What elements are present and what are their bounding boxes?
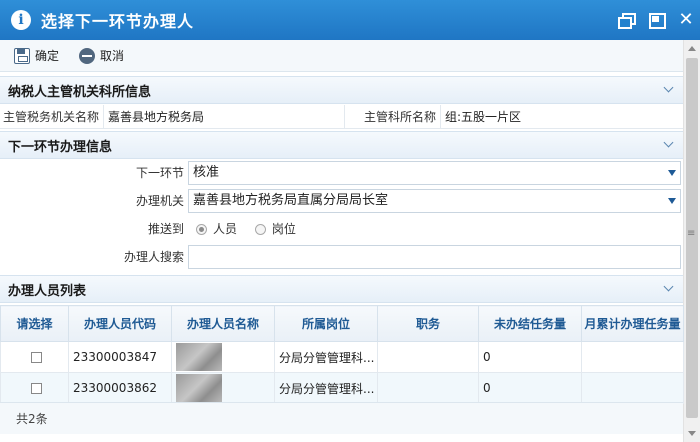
cancel-button[interactable]: 取消 [73, 44, 130, 68]
section-staff-list-title: 办理人员列表 [8, 283, 87, 299]
push-option-post[interactable]: 岗位 [254, 217, 296, 241]
push-row: 推送到 人员 岗位 [0, 217, 683, 241]
chevron-down-icon[interactable] [663, 283, 675, 293]
section-next-step-header: 下一环节办理信息 [0, 131, 683, 159]
row-duty [377, 341, 479, 373]
redacted-name-image [176, 374, 222, 402]
radio-unchecked-icon[interactable] [254, 223, 266, 235]
search-label: 办理人搜索 [0, 245, 188, 269]
radio-checked-icon[interactable] [196, 223, 207, 235]
confirm-button[interactable]: 确定 [8, 44, 65, 68]
redacted-name-image [176, 343, 222, 371]
maximize-icon[interactable] [648, 12, 666, 29]
dropdown-arrow-icon[interactable] [668, 170, 676, 176]
row-select-cell [0, 372, 69, 404]
row-name [171, 372, 275, 404]
row-code: 23300003862 [68, 372, 172, 404]
row-monthly [581, 372, 684, 404]
row-checkbox[interactable] [31, 351, 42, 363]
office-value: 嘉善县地方税务局直属分局局长室 [193, 193, 389, 208]
next-step-value: 核准 [193, 165, 220, 180]
table-row[interactable]: 23300003862 分局分管管理科... 0 [0, 372, 684, 404]
col-header-code[interactable]: 办理人员代码 [68, 305, 172, 342]
row-duty [377, 372, 479, 404]
col-header-pending[interactable]: 未办结任务量 [478, 305, 582, 342]
confirm-button-label: 确定 [35, 49, 60, 63]
section-staff-list-header: 办理人员列表 [0, 275, 683, 303]
row-post: 分局分管管理科... [274, 372, 378, 404]
vertical-scrollbar[interactable] [683, 40, 700, 442]
staff-table: 请选择 办理人员代码 办理人员名称 所属岗位 职务 未办结任务量 月累计办理任务… [0, 305, 684, 404]
row-pending: 0 [478, 341, 582, 373]
row-checkbox[interactable] [31, 382, 42, 394]
row-pending: 0 [478, 372, 582, 404]
dept-value: 组:五股一片区 [440, 105, 683, 128]
push-option-person-label: 人员 [213, 222, 238, 236]
table-footer: 共2条 [0, 402, 683, 434]
col-header-name[interactable]: 办理人员名称 [171, 305, 275, 342]
section-next-step-title: 下一环节办理信息 [8, 139, 113, 155]
authority-value: 嘉善县地方税务局 [103, 105, 344, 128]
col-header-duty[interactable]: 职务 [377, 305, 479, 342]
push-option-person[interactable]: 人员 [196, 217, 237, 241]
row-select-cell [0, 341, 69, 373]
save-icon [14, 47, 30, 64]
toolbar: 确定 取消 [0, 40, 683, 72]
row-monthly [581, 341, 684, 373]
authority-row: 主管税务机关名称 嘉善县地方税务局 主管科所名称 组:五股一片区 [0, 105, 683, 129]
dept-label: 主管科所名称 [344, 105, 440, 128]
next-step-select[interactable]: 核准 [188, 161, 681, 185]
chevron-down-icon[interactable] [663, 84, 675, 94]
col-header-select[interactable]: 请选择 [0, 305, 69, 342]
cancel-button-label: 取消 [100, 49, 125, 63]
restore-icon[interactable] [618, 12, 636, 29]
search-input[interactable] [188, 245, 681, 269]
row-post: 分局分管管理科... [274, 341, 378, 373]
authority-label: 主管税务机关名称 [0, 105, 103, 128]
office-label: 办理机关 [0, 189, 188, 213]
push-option-post-label: 岗位 [271, 222, 296, 236]
section-authority-title: 纳税人主管机关科所信息 [8, 84, 152, 100]
push-label: 推送到 [0, 217, 188, 241]
close-icon[interactable]: ✕ [678, 11, 694, 29]
scroll-thumb[interactable] [686, 58, 698, 418]
scroll-up-icon[interactable] [688, 46, 696, 51]
table-row[interactable]: 23300003847 分局分管管理科... 0 [0, 341, 684, 373]
row-code: 23300003847 [68, 341, 172, 373]
table-header-row: 请选择 办理人员代码 办理人员名称 所属岗位 职务 未办结任务量 月累计办理任务… [0, 305, 684, 342]
chevron-down-icon[interactable] [663, 139, 675, 149]
col-header-post[interactable]: 所属岗位 [274, 305, 378, 342]
info-icon: i [11, 10, 31, 30]
total-count: 共2条 [16, 412, 48, 426]
section-authority-header: 纳税人主管机关科所信息 [0, 76, 683, 104]
window-titlebar: i 选择下一环节办理人 ✕ [0, 0, 700, 40]
scroll-down-icon[interactable] [688, 431, 696, 436]
office-select[interactable]: 嘉善县地方税务局直属分局局长室 [188, 189, 681, 213]
minus-circle-icon [79, 47, 96, 64]
window-title: 选择下一环节办理人 [41, 12, 195, 31]
col-header-monthly[interactable]: 月累计办理任务量 [581, 305, 684, 342]
next-step-label: 下一环节 [0, 161, 188, 185]
dropdown-arrow-icon[interactable] [668, 198, 676, 204]
row-name [171, 341, 275, 373]
